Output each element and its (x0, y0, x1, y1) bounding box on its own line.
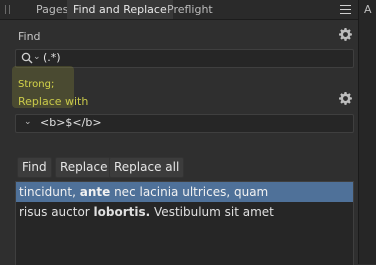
panel-menu-icon[interactable] (340, 5, 351, 14)
replace-all-button[interactable]: Replace all (109, 157, 185, 178)
annotation-label: Strong; (18, 79, 55, 90)
replace-button[interactable]: Replace (55, 157, 113, 178)
find-settings-gear-icon[interactable] (339, 28, 352, 41)
tab-preflight[interactable]: Preflight (161, 0, 219, 19)
replace-settings-gear-icon[interactable] (339, 92, 352, 105)
right-panel-strip: A (358, 0, 376, 264)
replace-label: Replace with (18, 95, 89, 108)
replace-input[interactable]: ⌄ <b>$</b> (15, 114, 354, 133)
drag-grip-icon[interactable] (5, 5, 11, 14)
result-text-after: Vestibulum sit amet (150, 205, 274, 219)
result-match: ante (79, 185, 111, 199)
tab-find-and-replace[interactable]: Find and Replace (67, 0, 173, 19)
result-match: lobortis. (93, 205, 151, 219)
result-item[interactable]: risus auctor lobortis. Vestibulum sit am… (16, 202, 353, 222)
result-text-after: nec lacinia ultrices, quam (110, 185, 269, 199)
panel-tab-bar: Pages Find and Replace Preflight (0, 0, 358, 20)
replace-input-value: <b>$</b> (40, 116, 102, 129)
replace-options-chevron-icon[interactable]: ⌄ (24, 117, 32, 127)
find-input-value: (.*) (43, 51, 61, 64)
result-text-before: tincidunt, (19, 185, 80, 199)
results-list: tincidunt, ante nec lacinia ultrices, qu… (15, 181, 354, 265)
find-button[interactable]: Find (17, 157, 52, 178)
search-options-chevron-icon[interactable]: ⌄ (33, 52, 41, 62)
result-item[interactable]: tincidunt, ante nec lacinia ultrices, qu… (16, 182, 353, 202)
right-strip-label: A (364, 3, 372, 16)
result-text-before: risus auctor (19, 205, 94, 219)
find-label: Find (18, 30, 41, 43)
search-icon[interactable] (21, 52, 33, 64)
